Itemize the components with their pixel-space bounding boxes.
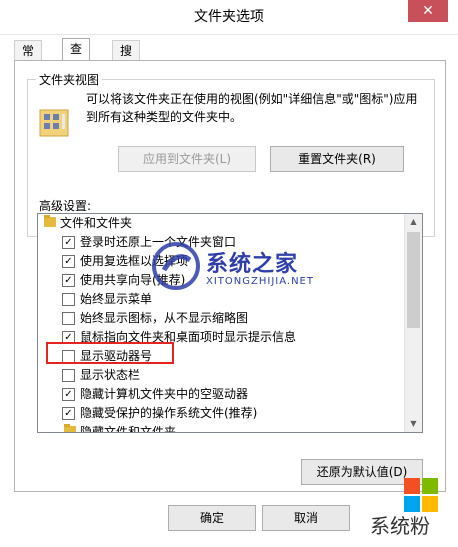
- corner-brand-text: 系统粉: [370, 514, 430, 538]
- list-item[interactable]: ✓ 隐藏受保护的操作系统文件(推荐): [62, 404, 257, 423]
- watermark: 系统之家 XITONGZHIJIA.NET: [150, 236, 340, 300]
- checkbox-checked[interactable]: ✓: [62, 255, 75, 268]
- scroll-down-arrow-icon[interactable]: ▼: [405, 416, 422, 432]
- checkbox-checked[interactable]: ✓: [62, 274, 75, 287]
- checkbox-unchecked[interactable]: [62, 312, 75, 325]
- watermark-subtitle: XITONGZHIJIA.NET: [206, 276, 314, 287]
- list-item-label: 始终显示图标，从不显示缩略图: [80, 311, 249, 325]
- folder-view-icon: [39, 109, 69, 137]
- list-item-label: 显示状态栏: [80, 368, 141, 382]
- title-bar: 文件夹选项 ✕: [0, 0, 458, 35]
- list-item[interactable]: 始终显示图标，从不显示缩略图: [62, 309, 248, 328]
- scroll-up-arrow-icon[interactable]: ▲: [405, 214, 422, 230]
- apply-to-folders-button[interactable]: 应用到文件夹(L): [118, 146, 256, 172]
- close-button[interactable]: ✕: [408, 0, 448, 22]
- checkbox-unchecked[interactable]: [62, 293, 75, 306]
- list-scrollbar[interactable]: ▲ ▼: [404, 214, 422, 432]
- checkbox-checked[interactable]: ✓: [62, 388, 75, 401]
- folder-icon: [44, 215, 56, 227]
- folder-views-description: 可以将该文件夹正在使用的视图(例如"详细信息"或"图标")应用到所有这种类型的文…: [86, 92, 418, 124]
- list-item[interactable]: 始终显示菜单: [62, 290, 152, 309]
- list-item-label: 隐藏计算机文件夹中的空驱动器: [80, 387, 249, 401]
- ok-button[interactable]: 确定: [168, 505, 256, 531]
- reset-folders-button[interactable]: 重置文件夹(R): [270, 146, 404, 172]
- list-item-hidden-files: 隐藏文件和文件夹: [62, 423, 177, 433]
- checkbox-checked[interactable]: ✓: [62, 236, 75, 249]
- list-item[interactable]: 显示状态栏: [62, 366, 140, 385]
- advanced-settings-label: 高级设置:: [39, 199, 92, 213]
- list-item-files-folders: 文件和文件夹: [42, 214, 132, 233]
- tab-view[interactable]: 查看: [62, 38, 91, 76]
- list-item[interactable]: ✓ 隐藏计算机文件夹中的空驱动器: [62, 385, 248, 404]
- list-item-label: 隐藏受保护的操作系统文件(推荐): [80, 406, 258, 420]
- drive-letter-highlight-box: [46, 342, 174, 364]
- checkbox-unchecked[interactable]: [62, 369, 75, 382]
- checkbox-checked[interactable]: ✓: [62, 407, 75, 420]
- watermark-logo-icon: [152, 242, 200, 290]
- folder-views-title: 文件夹视图: [36, 71, 103, 88]
- scrollbar-thumb[interactable]: [407, 232, 420, 328]
- watermark-title: 系统之家: [206, 252, 299, 277]
- list-item-label: 文件和文件夹: [60, 216, 133, 230]
- tab-search[interactable]: 搜索: [112, 40, 141, 78]
- list-item-label: 始终显示菜单: [80, 292, 153, 306]
- window-title: 文件夹选项: [194, 9, 264, 25]
- cancel-button[interactable]: 取消: [262, 505, 350, 531]
- list-item-label: 隐藏文件和文件夹: [80, 425, 177, 433]
- folder-icon: [64, 424, 76, 432]
- tab-general[interactable]: 常规: [14, 40, 43, 78]
